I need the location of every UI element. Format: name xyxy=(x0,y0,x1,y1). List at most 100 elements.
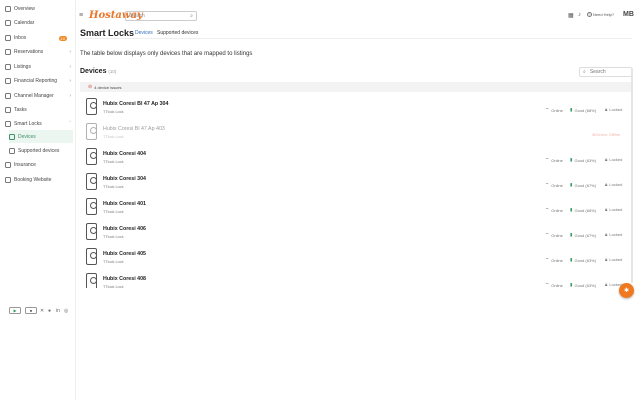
device-issues-banner[interactable]: ⊘ 4 device issues xyxy=(80,82,632,92)
twitter-icon[interactable]: ✕ xyxy=(40,308,44,314)
sidebar-item-inbox[interactable]: Inbox 10 xyxy=(5,32,73,44)
sidebar-item-label: Reservations xyxy=(14,49,44,55)
battery-icon: ▮ xyxy=(570,182,573,187)
facebook-icon[interactable]: ● xyxy=(48,308,51,314)
sidebar-item-booking-website[interactable]: Booking Website xyxy=(5,174,73,186)
sidebar-item-tasks[interactable]: Tasks xyxy=(5,104,73,116)
device-row[interactable]: Hubix Coresi 405 TTlock Lock ⌔ Online ▮ Go… xyxy=(80,246,632,271)
page-title: Smart Locks xyxy=(80,28,135,38)
device-type: TTlock Lock xyxy=(103,160,124,164)
padlock-icon: 🔒︎ xyxy=(605,207,608,212)
sidebar-item-listings[interactable]: Listings › xyxy=(5,61,73,73)
online-label: Online xyxy=(551,107,563,113)
hamburger-menu-icon[interactable]: ≡ xyxy=(79,12,83,19)
device-row[interactable]: Hubix Coresi 404 TTlock Lock ⌔ Online ▮ Go… xyxy=(80,146,632,171)
device-row[interactable]: Hubix Coresi 304 TTlock Lock ⌔ Online ▮ Go… xyxy=(80,171,632,196)
inbox-icon xyxy=(5,35,11,41)
lock-status: 🔒︎ Locked xyxy=(605,182,622,187)
online-label: Online xyxy=(551,257,563,263)
lock-label: Locked xyxy=(609,182,623,187)
battery-icon: ▮ xyxy=(570,282,573,287)
global-search-input[interactable]: Search ⌕ xyxy=(125,11,197,21)
padlock-icon: 🔒︎ xyxy=(605,107,608,112)
devices-search-input[interactable]: ⌕ Search xyxy=(579,67,632,77)
chevron-icon: › xyxy=(69,93,71,99)
lock-status: 🔒︎ Locked xyxy=(605,257,622,262)
lock-label: Locked xyxy=(609,232,623,237)
sidebar-item-label: Overview xyxy=(14,6,35,12)
search-icon: ⌕ xyxy=(190,13,193,19)
sidebar-item-calendar[interactable]: Calendar xyxy=(5,17,73,29)
battery-icon: ▮ xyxy=(570,232,573,237)
tasks-icon xyxy=(5,107,11,113)
sidebar-item-devices[interactable]: Devices xyxy=(9,130,73,143)
lock-label: Locked xyxy=(609,157,623,162)
padlock-icon: 🔒︎ xyxy=(605,157,608,162)
smart-lock-icon xyxy=(86,198,97,215)
sidebar-item-label: Calendar xyxy=(14,20,35,26)
need-help-button[interactable]: ? Need Help? xyxy=(587,12,614,17)
signal-status: ▮ Good (67%) xyxy=(570,182,596,188)
sidebar-item-label: Supported devices xyxy=(18,148,60,154)
signal-status: ▮ Good (68%) xyxy=(570,107,596,113)
need-help-label: Need Help? xyxy=(593,12,615,17)
device-row[interactable]: Hubix Coresi 408 TTlock Lock ⌔ Online ▮ Go… xyxy=(80,271,632,288)
device-row[interactable]: Hubix Coresi 406 TTlock Lock ⌔ Online ▮ Go… xyxy=(80,221,632,246)
device-name: Hubix Coresi 405 xyxy=(103,251,146,257)
device-row[interactable]: Hubix Coresi Bl 47 Ap 403 TTlock Lock ⊗ D… xyxy=(80,121,632,146)
device-row[interactable]: Hubix Coresi Bl 47 Ap 304 TTlock Lock ⌔ O… xyxy=(80,96,632,121)
lock-status: 🔒︎ Locked xyxy=(605,232,622,237)
device-row[interactable]: Hubix Coresi 401 TTlock Lock ⌔ Online ▮ Go… xyxy=(80,196,632,221)
signal-label: Good (68%) xyxy=(574,107,597,113)
device-type: TTlock Lock xyxy=(103,285,124,288)
insurance-icon xyxy=(5,162,11,168)
device-name: Hubix Coresi 404 xyxy=(103,151,146,157)
app-store-badge[interactable]: ● xyxy=(25,307,37,314)
chevron-icon: › xyxy=(69,49,71,55)
apple-icon: ● xyxy=(29,308,33,313)
smart-lock-icon xyxy=(86,223,97,240)
sidebar-item-reservations[interactable]: Reservations › xyxy=(5,46,73,58)
wifi-icon: ⌔ xyxy=(545,257,550,262)
device-name: Hubix Coresi 408 xyxy=(103,276,146,282)
smart-lock-icon xyxy=(86,148,97,165)
sidebar-item-label: Smart Locks xyxy=(14,121,42,127)
instagram-icon[interactable]: ◎ xyxy=(64,308,68,314)
chat-fab-button[interactable]: ✱ xyxy=(619,283,634,298)
online-label: Online xyxy=(551,232,563,238)
chat-icon: ✱ xyxy=(623,288,630,294)
linkedin-icon[interactable]: in xyxy=(56,308,60,314)
bell-icon[interactable]: ♪ xyxy=(578,12,581,18)
sidebar-item-financial-reporting[interactable]: Financial Reporting › xyxy=(5,75,73,87)
devices-heading: Devices (10) xyxy=(80,68,116,75)
sidebar-item-channel-manager[interactable]: Channel Manager › xyxy=(5,90,73,102)
padlock-icon: 🔒︎ xyxy=(605,232,608,237)
online-label: Online xyxy=(551,282,563,288)
tab-supported-devices[interactable]: Supported devices xyxy=(157,30,198,36)
signal-label: Good (67%) xyxy=(574,182,597,188)
scrollbar[interactable] xyxy=(631,68,633,283)
sidebar-item-insurance[interactable]: Insurance xyxy=(5,159,73,171)
lock-icon xyxy=(5,121,11,127)
signal-label: Good (63%) xyxy=(574,157,597,163)
smart-lock-icon xyxy=(86,98,97,115)
padlock-icon: 🔒︎ xyxy=(605,182,608,187)
sidebar-item-smart-locks[interactable]: Smart Locks ˆ xyxy=(5,118,73,130)
sidebar-item-overview[interactable]: Overview xyxy=(5,3,73,15)
lock-status: 🔒︎ Locked xyxy=(605,107,622,112)
signal-status: ▮ Good (63%) xyxy=(570,157,596,163)
device-name: Hubix Coresi 406 xyxy=(103,226,146,232)
device-type: TTlock Lock xyxy=(103,110,124,114)
lock-label: Locked xyxy=(609,257,623,262)
sidebar-item-label: Channel Manager xyxy=(14,93,54,99)
google-play-badge[interactable]: ▶ xyxy=(9,307,21,314)
battery-icon: ▮ xyxy=(570,207,573,212)
avatar[interactable]: MB xyxy=(623,11,634,18)
online-status: ⌔ Online xyxy=(545,282,563,288)
sidebar-item-label: Financial Reporting xyxy=(14,78,58,84)
chevron-icon: › xyxy=(69,64,71,70)
online-label: Online xyxy=(551,157,563,163)
calendar-icon[interactable]: ▦ xyxy=(568,12,574,19)
sidebar-item-supported-devices[interactable]: Supported devices xyxy=(9,145,73,157)
device-type: TTlock Lock xyxy=(103,235,124,239)
